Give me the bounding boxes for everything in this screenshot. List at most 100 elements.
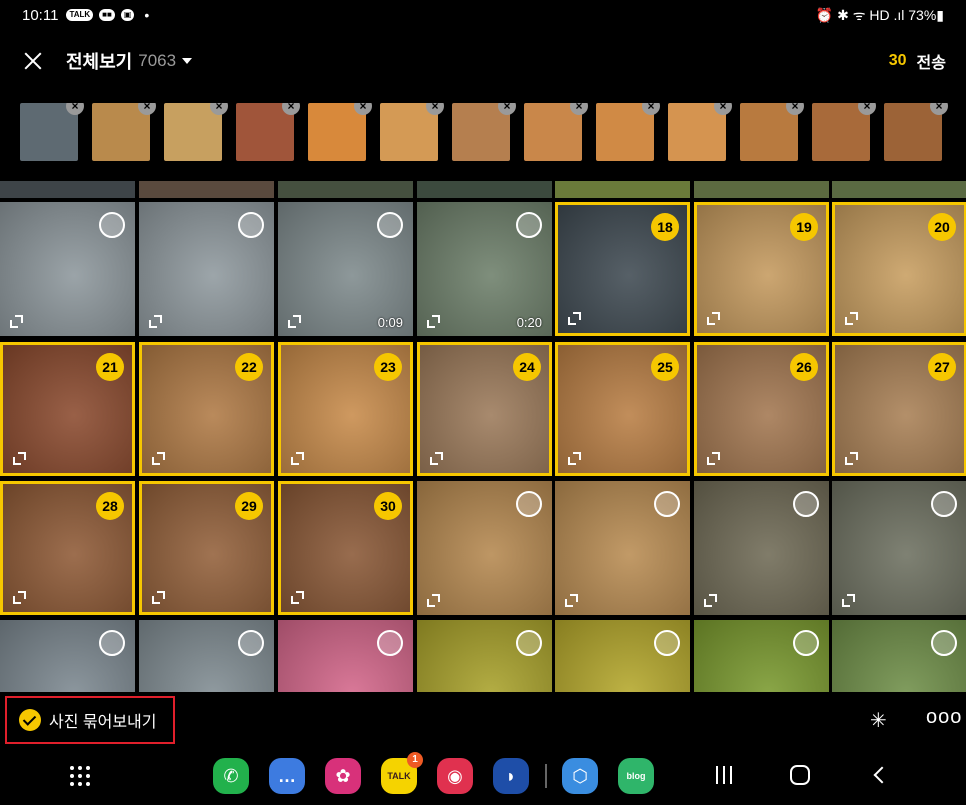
selected-photo-thumb[interactable]: × [740, 103, 804, 161]
select-circle-icon[interactable] [99, 630, 125, 656]
photo-tile-partial[interactable] [0, 181, 135, 198]
selected-photo-thumb[interactable]: × [884, 103, 948, 161]
remove-photo-icon[interactable]: × [354, 103, 372, 115]
selection-number-badge[interactable]: 28 [96, 492, 124, 520]
selected-photo-thumb[interactable]: × [308, 103, 372, 161]
remove-photo-icon[interactable]: × [858, 103, 876, 115]
select-circle-icon[interactable] [99, 212, 125, 238]
photo-tile[interactable]: 26 [694, 342, 829, 476]
selected-photo-thumb[interactable]: × [380, 103, 444, 161]
photo-tile[interactable]: 30 [278, 481, 413, 615]
selection-number-badge[interactable]: 22 [235, 353, 263, 381]
photo-tile[interactable]: 25 [555, 342, 690, 476]
photo-tile-partial[interactable] [555, 181, 690, 198]
photo-tile[interactable] [278, 620, 413, 692]
photo-tile[interactable] [694, 481, 829, 615]
blog-app-icon[interactable]: blog [618, 758, 654, 794]
remove-photo-icon[interactable]: × [714, 103, 732, 115]
remove-photo-icon[interactable]: × [66, 103, 84, 115]
expand-icon[interactable] [291, 591, 304, 604]
secure-folder-app-icon[interactable]: ⬡ [562, 758, 598, 794]
phone-app-icon[interactable]: ✆ [213, 758, 249, 794]
close-icon[interactable] [20, 48, 46, 74]
photo-tile[interactable]: 18 [555, 202, 690, 336]
expand-icon[interactable] [707, 312, 720, 325]
select-circle-icon[interactable] [238, 630, 264, 656]
select-circle-icon[interactable] [516, 491, 542, 517]
album-item-count[interactable]: 7063 [138, 51, 176, 71]
selection-number-badge[interactable]: 20 [928, 213, 956, 241]
photo-tile-partial[interactable] [832, 181, 966, 198]
select-circle-icon[interactable] [931, 630, 957, 656]
select-circle-icon[interactable] [931, 491, 957, 517]
remove-photo-icon[interactable]: × [138, 103, 156, 115]
expand-icon[interactable] [291, 452, 304, 465]
expand-icon[interactable] [845, 312, 858, 325]
selected-photo-thumb[interactable]: × [164, 103, 228, 161]
kakaotalk-app-icon[interactable]: TALK 1 [381, 752, 423, 794]
select-circle-icon[interactable] [654, 491, 680, 517]
bundle-send-toggle[interactable]: 사진 묶어보내기 [5, 696, 175, 744]
photo-tile[interactable] [694, 620, 829, 692]
selected-photo-thumb[interactable]: × [452, 103, 516, 161]
select-circle-icon[interactable] [516, 212, 542, 238]
select-circle-icon[interactable] [793, 491, 819, 517]
selected-photo-thumb[interactable]: × [668, 103, 732, 161]
selected-photo-thumb[interactable]: × [20, 103, 84, 161]
selected-photo-thumb[interactable]: × [92, 103, 156, 161]
photo-tile[interactable] [0, 202, 135, 336]
photo-tile[interactable]: 21 [0, 342, 135, 476]
select-circle-icon[interactable] [654, 630, 680, 656]
app-drawer-icon[interactable] [70, 766, 90, 786]
photo-tile[interactable]: 19 [694, 202, 829, 336]
photo-tile[interactable]: 24 [417, 342, 552, 476]
selected-photo-thumb[interactable]: × [812, 103, 876, 161]
back-button[interactable] [873, 766, 891, 784]
photo-tile[interactable] [139, 202, 274, 336]
expand-icon[interactable] [565, 594, 578, 607]
select-circle-icon[interactable] [377, 630, 403, 656]
expand-icon[interactable] [427, 315, 440, 328]
chevron-down-icon[interactable] [182, 58, 193, 64]
selection-number-badge[interactable]: 19 [790, 213, 818, 241]
expand-icon[interactable] [568, 312, 581, 325]
photo-tile-partial[interactable] [694, 181, 829, 198]
expand-icon[interactable] [704, 594, 717, 607]
expand-icon[interactable] [13, 591, 26, 604]
remove-photo-icon[interactable]: × [498, 103, 516, 115]
photo-tile[interactable]: 23 [278, 342, 413, 476]
selected-photo-thumb[interactable]: × [596, 103, 660, 161]
photo-tile[interactable] [832, 481, 966, 615]
expand-icon[interactable] [430, 452, 443, 465]
expand-icon[interactable] [10, 315, 23, 328]
selected-photo-thumb[interactable]: × [236, 103, 300, 161]
selection-number-badge[interactable]: 21 [96, 353, 124, 381]
selected-photo-thumb[interactable]: × [524, 103, 588, 161]
expand-icon[interactable] [288, 315, 301, 328]
expand-icon[interactable] [152, 452, 165, 465]
gallery-app-icon[interactable]: ✿ [325, 758, 361, 794]
expand-icon[interactable] [427, 594, 440, 607]
sparkle-icon[interactable]: ✳ [870, 708, 887, 733]
remove-photo-icon[interactable]: × [930, 103, 948, 115]
photo-tile[interactable] [832, 620, 966, 692]
expand-icon[interactable] [845, 452, 858, 465]
select-circle-icon[interactable] [516, 630, 542, 656]
expand-icon[interactable] [707, 452, 720, 465]
expand-icon[interactable] [13, 452, 26, 465]
expand-icon[interactable] [568, 452, 581, 465]
remove-photo-icon[interactable]: × [210, 103, 228, 115]
photo-tile[interactable] [139, 620, 274, 692]
linker-app-icon[interactable]: ◗ [493, 758, 529, 794]
more-options-icon[interactable]: ooo [926, 706, 962, 729]
photo-tile[interactable] [555, 620, 690, 692]
photo-tile[interactable] [555, 481, 690, 615]
photo-tile[interactable] [0, 620, 135, 692]
selection-number-badge[interactable]: 25 [651, 353, 679, 381]
home-button[interactable] [790, 765, 810, 785]
remove-photo-icon[interactable]: × [426, 103, 444, 115]
expand-icon[interactable] [149, 315, 162, 328]
expand-icon[interactable] [842, 594, 855, 607]
album-title[interactable]: 전체보기 [66, 48, 132, 74]
selection-number-badge[interactable]: 23 [374, 353, 402, 381]
